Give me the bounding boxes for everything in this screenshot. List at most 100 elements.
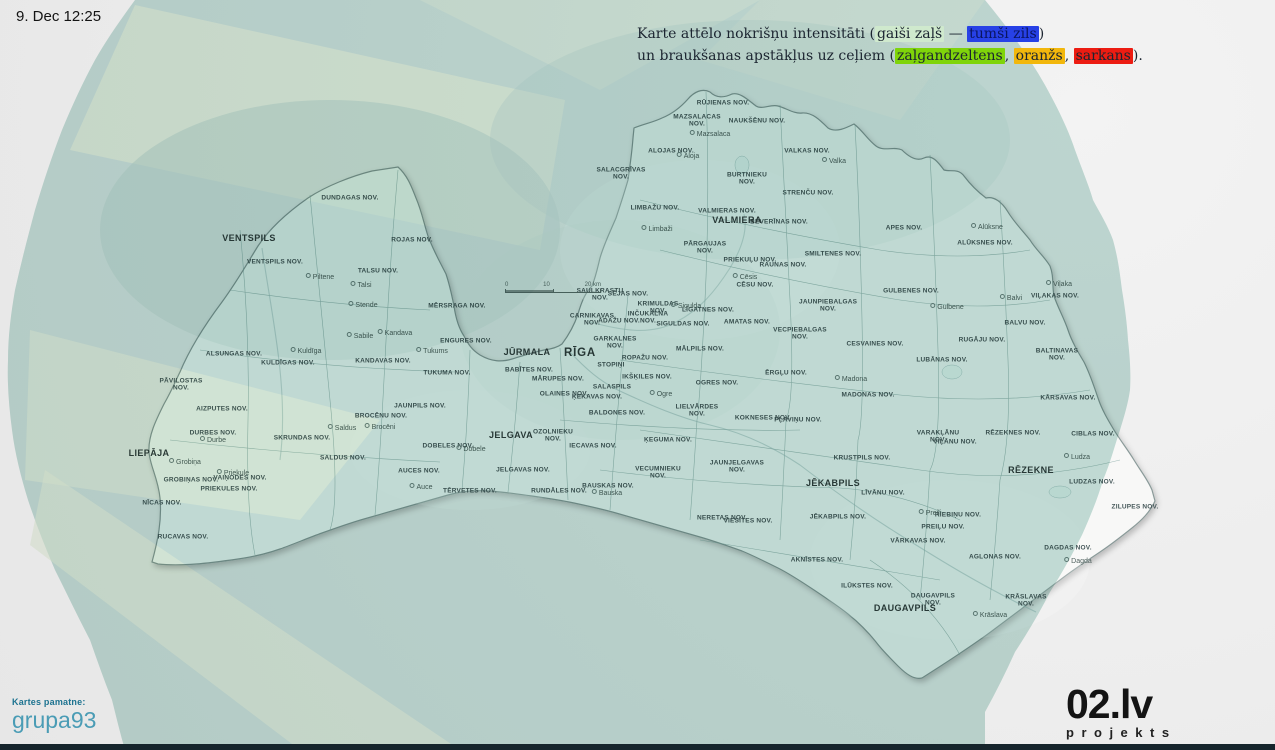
municipality-label: JĒKABPILS NOV. <box>810 513 866 520</box>
municipality-label: JAUNJELGAVAS NOV. <box>708 460 766 475</box>
municipality-label: MAZSALACAS NOV. <box>668 114 726 129</box>
municipality-label: AUCES NOV. <box>398 467 440 474</box>
municipality-label: CĒSU NOV. <box>737 281 774 288</box>
municipality-label: LIELVĀRDES NOV. <box>668 404 726 419</box>
municipality-label: SIGULDAS NOV. <box>656 320 709 327</box>
town-label: Kuldīga <box>291 347 322 355</box>
grupa93-logo[interactable]: grupa93 <box>12 709 96 732</box>
town-label: Dagda <box>1064 557 1092 565</box>
municipality-label: NAUKŠĒNU NOV. <box>729 117 786 124</box>
municipality-label: STRENČU NOV. <box>783 189 834 196</box>
municipality-label: SMILTENES NOV. <box>805 250 862 257</box>
municipality-label: SKRUNDAS NOV. <box>274 434 331 441</box>
town-label: Bauska <box>592 489 622 497</box>
municipality-label: BABĪTES NOV. <box>505 366 553 373</box>
municipality-label: VALMIERAS NOV. <box>698 207 756 214</box>
02lv-logo-title: 02.lv <box>1066 684 1177 725</box>
town-label: Alūksne <box>971 223 1003 231</box>
municipality-label: SALDUS NOV. <box>320 454 366 461</box>
municipality-label: GROBIŅAS NOV. <box>164 476 219 483</box>
city-label: RĪGA <box>564 347 596 359</box>
municipality-label: APES NOV. <box>886 224 923 231</box>
municipality-label: ALŪKSNES NOV. <box>957 239 1012 246</box>
municipality-label: PĀVILOSTAS NOV. <box>152 378 210 393</box>
legend-red-swatch: sarkans <box>1074 48 1133 64</box>
municipality-label: LĪVĀNU NOV. <box>861 489 905 496</box>
municipality-label: VENTSPILS NOV. <box>247 258 303 265</box>
legend-dark-blue-swatch: tumši zils <box>967 26 1039 42</box>
city-label: DAUGAVPILS <box>874 603 936 613</box>
town-label: Ogre <box>650 390 673 398</box>
town-label: Limbaži <box>641 225 672 233</box>
municipality-label: TUKUMA NOV. <box>423 369 470 376</box>
municipality-label: CESVAINES NOV. <box>847 340 904 347</box>
town-label: Ludza <box>1064 453 1090 461</box>
town-label: Grobiņa <box>169 458 201 466</box>
town-label: Priekule <box>217 469 249 477</box>
municipality-label: BROCĒNU NOV. <box>355 412 407 419</box>
municipality-label: DAGDAS NOV. <box>1044 544 1091 551</box>
municipality-label: RIEBIŅU NOV. <box>935 511 981 518</box>
legend-orange-swatch: oranžs <box>1014 48 1065 64</box>
municipality-label: NĪCAS NOV. <box>142 499 181 506</box>
municipality-label: ZILUPES NOV. <box>1112 503 1159 510</box>
legend-light-green-swatch: gaiši zaļš <box>875 26 944 42</box>
town-label: Dobele <box>456 445 485 453</box>
municipality-label: VECPIEBALGAS NOV. <box>771 327 829 342</box>
municipality-label: STOPIŅI <box>597 361 624 368</box>
scale-bar: 0 10 20 km <box>505 282 601 293</box>
scale-tick-10: 10 <box>543 282 550 288</box>
city-label: VALMIERA <box>712 215 762 225</box>
timestamp: 9. Dec 12:25 <box>16 8 101 25</box>
municipality-label: ĶEKAVAS NOV. <box>572 393 622 400</box>
town-label: Sigulda <box>671 302 701 310</box>
municipality-label: LIMBAŽU NOV. <box>631 204 680 211</box>
municipality-label: VIĻĀNU NOV. <box>933 438 977 445</box>
municipality-label: LUDZAS NOV. <box>1069 478 1115 485</box>
02lv-logo[interactable]: 02.lv projekts <box>1066 684 1177 739</box>
municipality-label: ILŪKSTES NOV. <box>841 582 893 589</box>
legend-dash: — <box>944 26 967 42</box>
municipality-label: CIBLAS NOV. <box>1071 430 1115 437</box>
municipality-label: VIĻAKAS NOV. <box>1031 292 1079 299</box>
legend-line1-prefix: Karte attēlo nokrišņu intensitāti ( <box>637 26 875 42</box>
legend-line2-prefix: un braukšanas apstākļus uz ceļiem ( <box>637 48 895 64</box>
municipality-label: MĒRSRAGA NOV. <box>428 302 485 309</box>
municipality-label: KRUSTPILS NOV. <box>834 454 891 461</box>
municipality-label: IECAVAS NOV. <box>569 442 616 449</box>
municipality-label: MĀRUPES NOV. <box>532 375 584 382</box>
municipality-label: LUBĀNAS NOV. <box>916 356 967 363</box>
municipality-label: KANDAVAS NOV. <box>355 357 411 364</box>
municipality-label: BALDONES NOV. <box>589 409 645 416</box>
map-labels-layer: DUNDAGAS NOV.VENTSPILS NOV.TALSU NOV.ROJ… <box>0 0 1275 750</box>
city-label: RĒZEKNE <box>1008 465 1054 475</box>
municipality-label: TALSU NOV. <box>358 267 398 274</box>
municipality-label: BURTNIEKU NOV. <box>718 172 776 187</box>
town-label: Preiļi <box>919 509 942 517</box>
municipality-label: KĀRSAVAS NOV. <box>1040 394 1095 401</box>
town-label: Cēsis <box>733 273 758 281</box>
municipality-label: SALASPILS <box>593 383 631 390</box>
municipality-label: ALSUNGAS NOV. <box>206 350 262 357</box>
town-label: Brocēni <box>365 423 396 431</box>
municipality-label: KULDĪGAS NOV. <box>261 359 315 366</box>
municipality-label: PRIEKULES NOV. <box>200 485 257 492</box>
city-label: JELGAVA <box>489 430 533 440</box>
municipality-label: PĻAVIŅU NOV. <box>774 416 822 423</box>
town-label: Auce <box>410 483 433 491</box>
municipality-label: RUCAVAS NOV. <box>158 533 209 540</box>
scale-tick-20km: 20 km <box>585 282 601 288</box>
municipality-label: ENGURES NOV. <box>440 337 492 344</box>
municipality-label: VIESĪTES NOV. <box>724 517 773 524</box>
city-label: VENTSPILS <box>222 233 276 243</box>
weather-map-page: DUNDAGAS NOV.VENTSPILS NOV.TALSU NOV.ROJ… <box>0 0 1275 750</box>
city-label: LIEPĀJA <box>129 448 170 458</box>
legend-line-2: un braukšanas apstākļus uz ceļiem (zaļga… <box>637 45 1143 67</box>
town-label: Madona <box>835 375 867 383</box>
municipality-label: PĀRGAUJAS NOV. <box>676 241 734 256</box>
city-label: JĒKABPILS <box>806 478 860 488</box>
legend-line1-suffix: ) <box>1039 26 1044 42</box>
municipality-label: RŪJIENAS NOV. <box>697 99 750 106</box>
municipality-label: VALKAS NOV. <box>784 147 830 154</box>
city-label: JŪRMALA <box>504 347 551 357</box>
